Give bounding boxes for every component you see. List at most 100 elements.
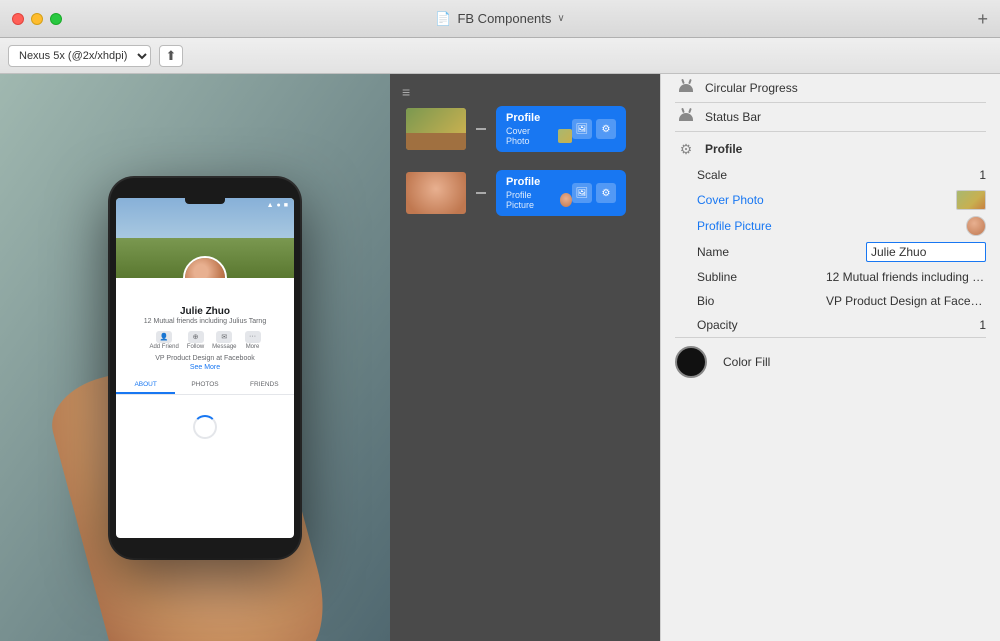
card-title: Profile [506, 112, 572, 124]
subline-label: Subline [697, 270, 754, 284]
phone-panel: ▲●■ Julie Zhuo 12 Mutual friends includi… [0, 74, 390, 641]
bio-label: Bio [697, 294, 754, 308]
share-icon: ⬆ [166, 48, 177, 64]
phone-device: ▲●■ Julie Zhuo 12 Mutual friends includi… [110, 178, 300, 558]
add-friend-label: Add Friend [149, 344, 178, 350]
bio-row: Bio VP Product Design at Facebook [661, 289, 1000, 313]
cover-component-card[interactable]: Profile Cover Photo 🖼 ⚙ [496, 106, 626, 152]
status-bar-row: Status Bar [661, 103, 1000, 131]
close-button[interactable] [12, 13, 24, 25]
canvas-panel: ≡ Profile Cover Photo 🖼 ⚙ [390, 74, 660, 641]
properties-scroll: Circular Progress Status Bar ⚙ Profile [661, 74, 1000, 641]
see-more-link[interactable]: See More [116, 364, 294, 371]
color-fill-row: Color Fill [661, 338, 1000, 381]
name-label: Name [697, 245, 774, 259]
gear-icon-btn-2[interactable]: ⚙ [596, 183, 616, 203]
card-subtitle-2: Profile Picture [506, 190, 572, 210]
card-title-2: Profile [506, 176, 572, 188]
android-head-2 [679, 113, 693, 121]
profile-picture-preview[interactable] [966, 216, 986, 236]
profile-info: Julie Zhuo 12 Mutual friends including J… [116, 306, 294, 325]
status-bar-label: Status Bar [705, 110, 986, 124]
image-icon-btn[interactable]: 🖼 [572, 119, 592, 139]
menu-icon[interactable]: ≡ [402, 84, 410, 100]
profile-section-row: ⚙ Profile [661, 132, 1000, 163]
title-bar: 📄 FB Components ∨ + [0, 0, 1000, 38]
tab-photos[interactable]: PHOTOS [175, 377, 234, 394]
card-content-2: Profile Profile Picture [506, 176, 572, 210]
android-icon-status [675, 106, 697, 128]
more-action[interactable]: ··· More [245, 331, 261, 350]
device-selector[interactable]: Nexus 5x (@2x/xhdpi) [8, 45, 151, 67]
profile-component-card[interactable]: Profile Profile Picture 🖼 ⚙ [496, 170, 626, 216]
properties-panel: Circular Progress Status Bar ⚙ Profile [660, 74, 1000, 641]
bio-value: VP Product Design at Facebook [826, 294, 986, 308]
cover-photo-link[interactable]: Cover Photo [697, 193, 764, 207]
card-icons: 🖼 ⚙ [572, 119, 616, 139]
connector-line-2 [476, 192, 486, 194]
follow-icon: ⊕ [188, 331, 204, 343]
scale-label: Scale [697, 168, 971, 182]
name-input[interactable] [866, 242, 986, 262]
card-content: Profile Cover Photo [506, 112, 572, 146]
connector-line [476, 128, 486, 130]
friends-count: 12 Mutual friends including Julius Tarng [124, 318, 286, 325]
title-chevron[interactable]: ∨ [557, 13, 564, 24]
maximize-button[interactable] [50, 13, 62, 25]
loading-spinner [116, 415, 294, 439]
spinner-circle [193, 415, 217, 439]
opacity-value: 1 [979, 318, 986, 332]
cover-thumbnail[interactable] [406, 108, 466, 150]
android-robot-icon [677, 79, 695, 97]
status-bar-overlay: ▲●■ [267, 202, 288, 209]
card-sub-icon-2 [560, 193, 572, 207]
android-robot-icon-2 [677, 108, 695, 126]
share-button[interactable]: ⬆ [159, 45, 183, 67]
add-friend-action[interactable]: 👤 Add Friend [149, 331, 178, 350]
follow-label: Follow [187, 344, 204, 350]
card-sub-icon [558, 129, 572, 143]
profile-section-label: Profile [705, 142, 742, 156]
gear-icon-profile: ⚙ [675, 138, 697, 160]
more-icon: ··· [245, 331, 261, 343]
message-label: Message [212, 344, 236, 350]
add-friend-icon: 👤 [156, 331, 172, 343]
circular-progress-label: Circular Progress [705, 81, 986, 95]
color-fill-swatch[interactable] [675, 346, 707, 378]
tab-about[interactable]: ABOUT [116, 377, 175, 394]
card-sub-text: Cover Photo [506, 126, 554, 146]
bio-text: VP Product Design at Facebook [116, 355, 294, 362]
message-icon: ✉ [216, 331, 232, 343]
cover-photo-row: Cover Photo [661, 187, 1000, 213]
title-text: FB Components [457, 11, 551, 26]
card-sub-text-2: Profile Picture [506, 190, 556, 210]
profile-tabs: ABOUT PHOTOS FRIENDS [116, 377, 294, 395]
subline-row: Subline 12 Mutual friends including Juli… [661, 265, 1000, 289]
opacity-row: Opacity 1 [661, 313, 1000, 337]
profile-picture-row: Profile Picture [661, 213, 1000, 239]
profile-picture-link[interactable]: Profile Picture [697, 219, 772, 233]
phone-notch [185, 198, 225, 204]
name-row: Name [661, 239, 1000, 265]
message-action[interactable]: ✉ Message [212, 331, 236, 350]
minimize-button[interactable] [31, 13, 43, 25]
card-icons-2: 🖼 ⚙ [572, 183, 616, 203]
phone-screen: ▲●■ Julie Zhuo 12 Mutual friends includi… [116, 198, 294, 538]
profile-name: Julie Zhuo [124, 306, 286, 317]
scale-value: 1 [979, 168, 986, 182]
cover-component-row: Profile Cover Photo 🖼 ⚙ [406, 106, 626, 152]
opacity-label: Opacity [697, 318, 830, 332]
card-subtitle: Cover Photo [506, 126, 572, 146]
main-area: ▲●■ Julie Zhuo 12 Mutual friends includi… [0, 74, 1000, 641]
gear-icon-btn[interactable]: ⚙ [596, 119, 616, 139]
profile-thumbnail[interactable] [406, 172, 466, 214]
add-button[interactable]: + [977, 10, 988, 28]
tab-friends[interactable]: FRIENDS [235, 377, 294, 394]
toolbar: Nexus 5x (@2x/xhdpi) ⬆ [0, 38, 1000, 74]
traffic-lights [12, 13, 62, 25]
circular-progress-row: Circular Progress [661, 74, 1000, 102]
cover-photo-preview[interactable] [956, 190, 986, 210]
follow-action[interactable]: ⊕ Follow [187, 331, 204, 350]
color-fill-label: Color Fill [715, 355, 986, 369]
image-icon-btn-2[interactable]: 🖼 [572, 183, 592, 203]
